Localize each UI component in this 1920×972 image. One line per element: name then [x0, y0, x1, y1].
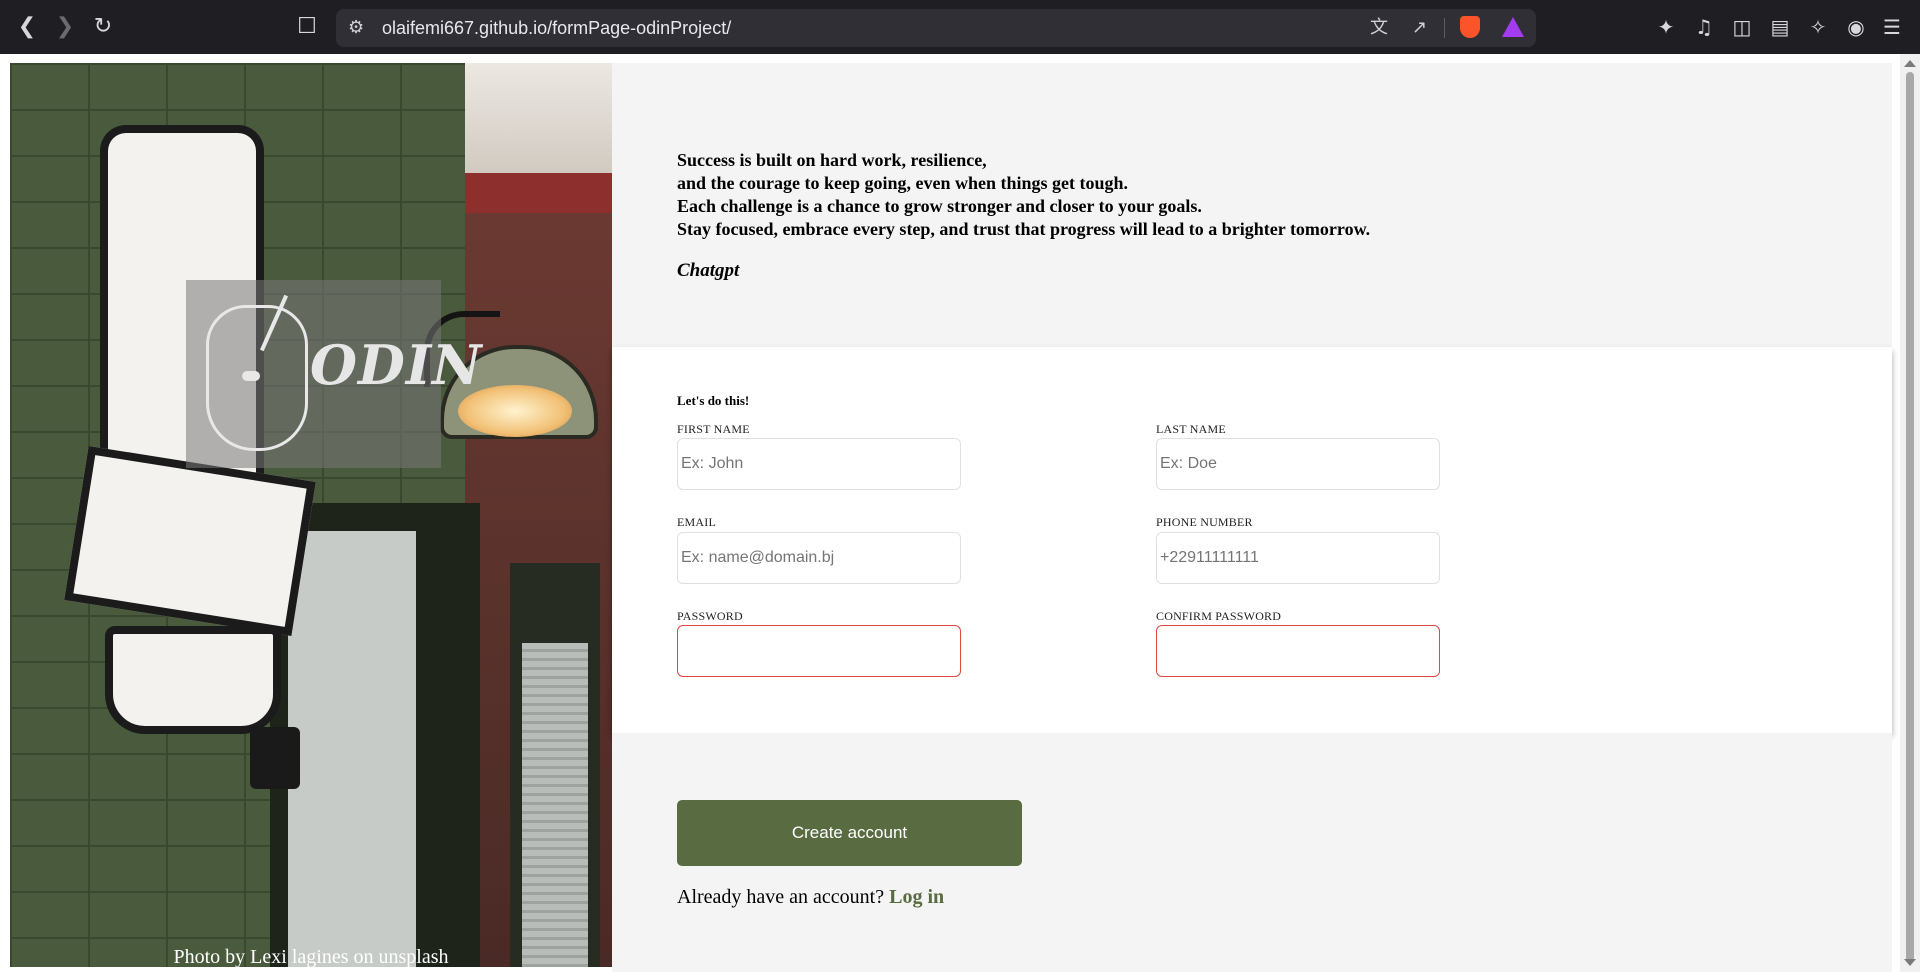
- divider: [1444, 18, 1445, 38]
- forward-icon[interactable]: ❯: [50, 12, 80, 42]
- window-blinds: [522, 643, 588, 967]
- site-info-icon[interactable]: ⚙: [348, 18, 364, 38]
- quote-text: Success is built on hard work, resilienc…: [677, 149, 1370, 241]
- login-link[interactable]: Log in: [889, 886, 944, 908]
- password-input[interactable]: [677, 625, 961, 677]
- login-prompt-text: Already have an account?: [677, 886, 885, 908]
- eye-icon: [242, 371, 260, 381]
- brave-rewards-icon[interactable]: [1502, 17, 1524, 37]
- email-input[interactable]: [677, 532, 961, 584]
- bookmark-icon[interactable]: ☐: [292, 12, 322, 42]
- create-account-button[interactable]: Create account: [677, 800, 1022, 866]
- form-heading: Let's do this!: [677, 393, 750, 408]
- hero-image: ODIN Photo by Lexi lagines on unsplash: [10, 63, 612, 967]
- door-glass: [288, 531, 416, 967]
- last-name-input[interactable]: [1156, 438, 1440, 490]
- meter-box: [250, 727, 300, 789]
- password-label: PASSWORD: [677, 609, 743, 623]
- email-label: EMAIL: [677, 515, 716, 529]
- scroll-down-arrow-icon[interactable]: [1904, 959, 1916, 966]
- quote-line: Success is built on hard work, resilienc…: [677, 150, 987, 170]
- scroll-up-arrow-icon[interactable]: [1904, 60, 1916, 67]
- leo-ai-icon[interactable]: ✧: [1804, 14, 1832, 40]
- media-icon[interactable]: ♫: [1690, 14, 1718, 40]
- scroll-thumb[interactable]: [1906, 72, 1914, 962]
- brave-shields-icon[interactable]: [1460, 16, 1480, 38]
- reload-icon[interactable]: ↻: [88, 12, 118, 42]
- share-icon[interactable]: ↗: [1412, 18, 1427, 38]
- phone-input[interactable]: [1156, 532, 1440, 584]
- first-name-label: FIRST NAME: [677, 422, 750, 436]
- quote-line: and the courage to keep going, even when…: [677, 173, 1129, 193]
- quote-line: Stay focused, embrace every step, and tr…: [677, 219, 1371, 239]
- confirm-password-input[interactable]: [1156, 625, 1440, 677]
- login-prompt: Already have an account? Log in: [677, 886, 944, 909]
- menu-icon[interactable]: ☰: [1878, 14, 1906, 40]
- wallet-icon[interactable]: ▤: [1766, 14, 1794, 40]
- sidebar-icon[interactable]: ◫: [1728, 14, 1756, 40]
- page-scrollbar[interactable]: [1900, 54, 1920, 972]
- url-text[interactable]: olaifemi667.github.io/formPage-odinProje…: [382, 18, 731, 39]
- number-sign: [105, 626, 281, 734]
- translate-icon[interactable]: 文: [1370, 18, 1388, 38]
- red-awning: [465, 173, 612, 213]
- back-icon[interactable]: ❮: [12, 12, 42, 42]
- odin-logo-text: ODIN: [310, 333, 483, 397]
- confirm-password-label: CONFIRM PASSWORD: [1156, 609, 1282, 623]
- last-name-label: LAST NAME: [1156, 422, 1226, 436]
- browser-toolbar: ❮ ❯ ↻ ☐ ⚙ olaifemi667.github.io/formPage…: [0, 0, 1920, 54]
- vpn-icon[interactable]: ◉: [1842, 14, 1870, 40]
- address-bar[interactable]: ⚙ olaifemi667.github.io/formPage-odinPro…: [336, 9, 1536, 47]
- photo-credit: Photo by Lexi lagines on unsplash: [173, 946, 449, 967]
- quote-author: Chatgpt: [677, 260, 740, 281]
- extensions-icon[interactable]: ✦: [1652, 14, 1680, 40]
- first-name-input[interactable]: [677, 438, 961, 490]
- quote-line: Each challenge is a chance to grow stron…: [677, 196, 1202, 216]
- phone-label: PHONE NUMBER: [1156, 515, 1253, 529]
